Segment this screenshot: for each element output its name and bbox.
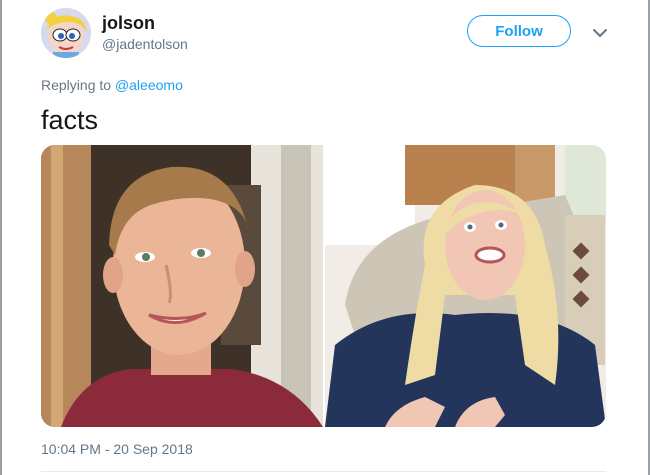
- reply-mention-link[interactable]: @aleeomo: [115, 77, 183, 93]
- avatar[interactable]: [41, 8, 91, 58]
- replying-to-prefix: Replying to: [41, 77, 115, 93]
- photo-left-drawing: [41, 145, 323, 427]
- tweet-media: [41, 145, 606, 427]
- photo-right-drawing: [325, 145, 606, 427]
- replying-to-line: Replying to @aleeomo: [41, 77, 183, 93]
- chevron-down-icon[interactable]: [592, 27, 608, 39]
- photo-grimacing-woman-blonde[interactable]: [325, 145, 606, 427]
- user-handle[interactable]: @jadentolson: [102, 34, 188, 54]
- display-name[interactable]: jolson: [102, 12, 188, 34]
- follow-button[interactable]: Follow: [467, 15, 571, 47]
- photo-smiling-young-man[interactable]: [41, 145, 323, 427]
- window-border-left: [0, 0, 2, 475]
- tweet-text: facts: [41, 105, 99, 135]
- divider: [41, 471, 606, 472]
- cartoon-avatar-icon: [41, 8, 91, 58]
- tweet-header: jolson @jadentolson Follow: [41, 8, 611, 58]
- tweet-timestamp[interactable]: 10:04 PM - 20 Sep 2018: [41, 441, 193, 457]
- user-names: jolson @jadentolson: [102, 12, 188, 54]
